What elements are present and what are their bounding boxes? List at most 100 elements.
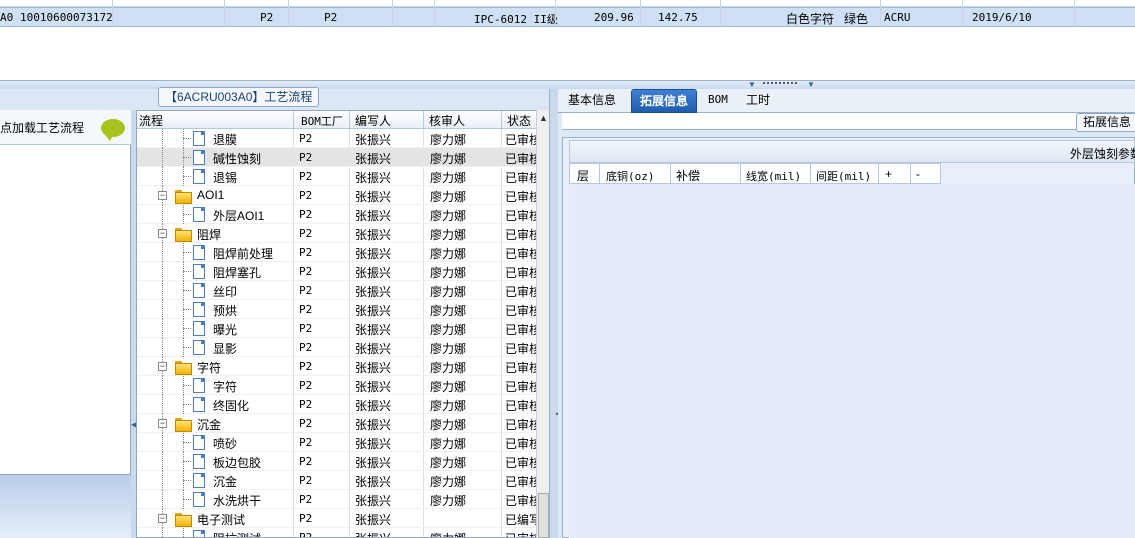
header-divider — [878, 164, 879, 183]
document-icon — [193, 283, 205, 298]
process-tree-row[interactable]: 丝印 P2 张振兴 廖力娜 已审核 — [137, 281, 548, 300]
process-tree-scrollbar[interactable]: ▲ — [536, 110, 549, 538]
splitter-collapse-right-icon[interactable]: ▼ — [807, 81, 815, 89]
row-bom-factory: P2 — [299, 360, 313, 373]
tree-line — [183, 290, 191, 291]
cell-legend-color: 白色字符 — [786, 12, 835, 26]
document-icon — [193, 473, 205, 488]
grid-line — [962, 0, 963, 27]
process-tree-row[interactable]: 碱性蚀刻 P2 张振兴 廖力娜 已审核 — [137, 148, 548, 167]
process-tree-row[interactable]: 阻抗测试P2张振兴廖力娜已审核 — [137, 528, 548, 537]
process-tree-row[interactable]: 水洗烘干 P2 张振兴 廖力娜 已审核 — [137, 490, 548, 509]
process-tree-row[interactable]: − 电子测试 P2 张振兴 已编写 — [137, 509, 548, 528]
process-step-name: 预烘 — [213, 304, 238, 318]
process-tree-row[interactable]: 曝光 P2 张振兴 廖力娜 已审核 — [137, 319, 548, 338]
collapse-toggle-icon[interactable]: − — [158, 229, 167, 238]
grid-line — [112, 0, 113, 27]
collapse-toggle-icon[interactable]: − — [158, 191, 167, 200]
collapse-toggle-icon[interactable]: − — [158, 514, 167, 523]
grid-line — [288, 0, 289, 27]
param-col-compensation[interactable]: 补偿 — [676, 167, 700, 184]
column-header-reviewer[interactable]: 核审人 — [429, 112, 465, 129]
tab-work-hours[interactable]: 工时 — [738, 89, 778, 113]
process-step-name: 曝光 — [213, 323, 238, 337]
tree-line — [162, 319, 163, 338]
header-divider — [740, 164, 741, 183]
process-tree-row[interactable]: − AOI1 P2 张振兴 廖力娜 已审核 — [137, 186, 548, 205]
column-header-status[interactable]: 状态 — [507, 112, 531, 129]
tree-line — [162, 148, 163, 167]
column-header-writer[interactable]: 编写人 — [355, 112, 391, 129]
top-grid-selected-row[interactable]: A0 10010600073172 P2 P2 IPC-6012 II级 209… — [0, 7, 1135, 27]
row-bom-factory: P2 — [299, 455, 313, 468]
chat-bubble-icon[interactable] — [101, 119, 125, 141]
row-writer: 张振兴 — [355, 209, 392, 223]
scroll-up-arrow-icon[interactable]: ▲ — [539, 113, 548, 123]
tree-line — [162, 262, 163, 281]
tree-line — [162, 167, 163, 186]
process-tree-row[interactable]: 退锡 P2 张振兴 廖力娜 已审核 — [137, 167, 548, 186]
process-tree-row[interactable]: 阻焊前处理 P2 张振兴 廖力娜 已审核 — [137, 243, 548, 262]
row-bom-factory: P2 — [299, 227, 313, 240]
extended-info-label[interactable]: 拓展信息 — [1076, 113, 1135, 132]
process-tree-row[interactable]: 板边包胶 P2 张振兴 廖力娜 已审核 — [137, 452, 548, 471]
collapse-toggle-icon[interactable]: − — [158, 362, 167, 371]
process-tree-row[interactable]: − 字符 P2 张振兴 廖力娜 已审核 — [137, 357, 548, 376]
process-loader-title-bar[interactable]: 点加载工艺流程 — [0, 110, 131, 145]
row-writer: 张振兴 — [355, 513, 392, 527]
row-writer: 张振兴 — [355, 380, 392, 394]
column-header-process[interactable]: 流程 — [139, 112, 163, 129]
param-col-spacing[interactable]: 间距(mil) — [816, 168, 871, 184]
process-tree-row[interactable]: − 沉金 P2 张振兴 廖力娜 已审核 — [137, 414, 548, 433]
cell-code-suffix: A0 — [0, 11, 14, 24]
row-bom-factory: P2 — [299, 474, 313, 487]
grid-line — [1074, 0, 1075, 27]
collapse-toggle-icon[interactable]: − — [158, 419, 167, 428]
document-icon — [193, 492, 205, 507]
middle-vertical-splitter[interactable]: ◀ — [549, 89, 561, 538]
cell-length: 209.96 — [594, 11, 634, 24]
process-group-name: 字符 — [197, 361, 222, 375]
process-tree-row[interactable]: 退膜 P2 张振兴 廖力娜 已审核 — [137, 129, 548, 148]
tree-line — [162, 433, 163, 452]
process-tree-row[interactable]: − 阻焊 P2 张振兴 廖力娜 已审核 — [137, 224, 548, 243]
process-tree-row[interactable]: 喷砂 P2 张振兴 廖力娜 已审核 — [137, 433, 548, 452]
row-bom-factory: P2 — [299, 417, 313, 430]
tab-basic-info[interactable]: 基本信息 — [560, 89, 624, 113]
tree-line — [183, 328, 191, 329]
row-reviewer: 廖力娜 — [430, 456, 467, 470]
header-divider — [293, 111, 294, 129]
cell-standard: IPC-6012 II级 — [474, 13, 558, 26]
row-bom-factory: P2 — [299, 512, 313, 525]
process-tree-row[interactable]: 终固化 P2 张振兴 廖力娜 已审核 — [137, 395, 548, 414]
tab-bom[interactable]: BOM — [700, 89, 736, 113]
row-reviewer: 廖力娜 — [430, 152, 467, 166]
param-col-layer[interactable]: 层 — [577, 167, 589, 184]
process-step-name: 外层AOI1 — [213, 209, 265, 223]
process-tree-row[interactable]: 字符 P2 张振兴 廖力娜 已审核 — [137, 376, 548, 395]
loader-footer — [0, 475, 131, 538]
param-col-base-copper[interactable]: 底铜(oz) — [606, 168, 655, 184]
param-col-line-width[interactable]: 线宽(mil) — [746, 168, 801, 184]
tree-line — [162, 243, 163, 262]
splitter-collapse-left-icon[interactable]: ▼ — [748, 81, 756, 89]
process-tree-row[interactable]: 预烘 P2 张振兴 廖力娜 已审核 — [137, 300, 548, 319]
tab-extended-info[interactable]: 拓展信息 — [631, 89, 698, 113]
row-writer: 张振兴 — [355, 171, 392, 185]
row-writer: 张振兴 — [355, 494, 392, 508]
column-header-bom[interactable]: BOM工厂 — [301, 113, 343, 129]
tree-line — [162, 528, 163, 537]
add-row-button[interactable]: + — [885, 167, 892, 181]
process-group-name: 电子测试 — [197, 513, 246, 527]
process-tree-row[interactable]: 显影 P2 张振兴 廖力娜 已审核 — [137, 338, 548, 357]
row-bom-factory: P2 — [299, 436, 313, 449]
remove-row-button[interactable]: - — [916, 167, 920, 181]
tree-line — [183, 480, 191, 481]
scrollbar-thumb[interactable] — [538, 493, 549, 538]
process-tree-row[interactable]: 外层AOI1 P2 张振兴 廖力娜 已审核 — [137, 205, 548, 224]
tree-line — [183, 157, 191, 158]
splitter-grip[interactable] — [763, 82, 797, 85]
process-step-name: 板边包胶 — [213, 456, 262, 470]
process-tree-row[interactable]: 沉金 P2 张振兴 廖力娜 已审核 — [137, 471, 548, 490]
process-tree-row[interactable]: 阻焊塞孔 P2 张振兴 廖力娜 已审核 — [137, 262, 548, 281]
